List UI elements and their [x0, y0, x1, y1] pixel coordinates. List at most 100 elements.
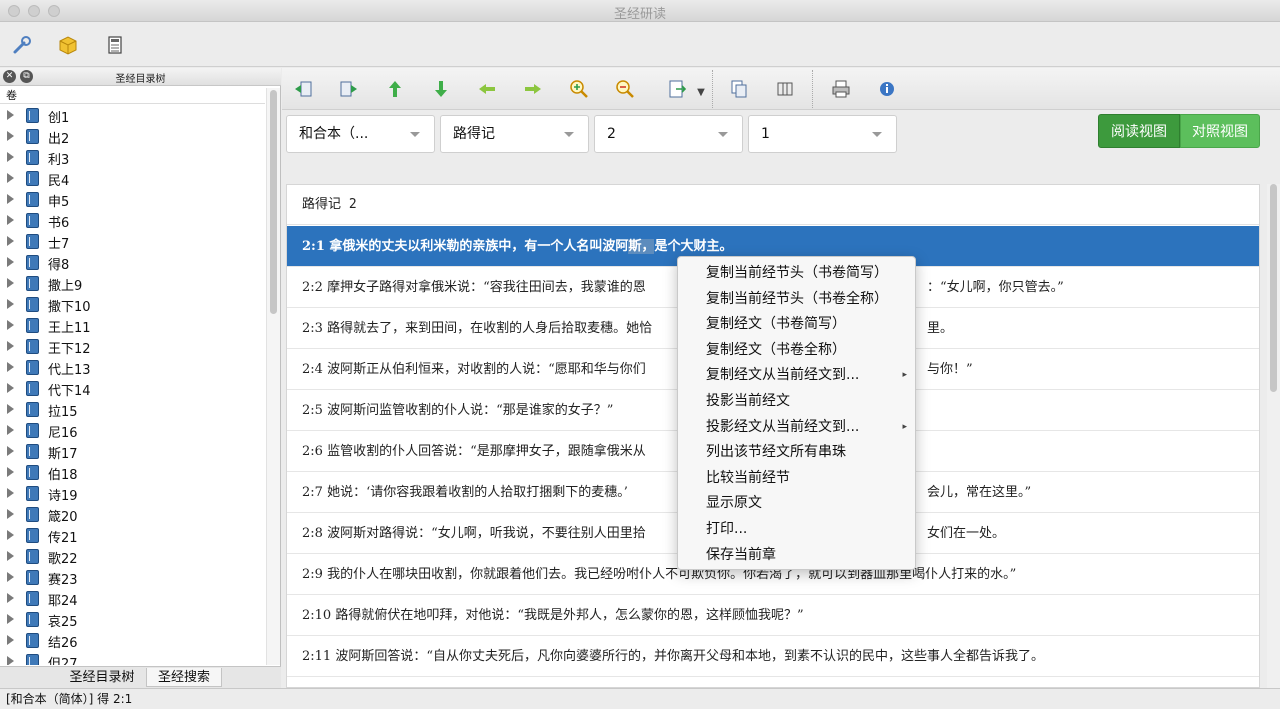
context-menu-item[interactable]: 显示原文 [678, 491, 915, 517]
tree-item[interactable]: 箴20 [0, 504, 265, 525]
context-menu-item[interactable]: 投影当前经文 [678, 389, 915, 415]
disclosure-triangle-icon[interactable] [7, 572, 14, 582]
arrow-down-icon[interactable] [430, 78, 452, 100]
verse-row[interactable]: 2:11 波阿斯回答说：“自从你丈夫死后，凡你向婆婆所行的，并你离开父母和本地，… [287, 636, 1259, 677]
disclosure-triangle-icon[interactable] [7, 488, 14, 498]
tree-item[interactable]: 王下12 [0, 336, 265, 357]
tree-item[interactable]: 得8 [0, 252, 265, 273]
disclosure-triangle-icon[interactable] [7, 215, 14, 225]
tree-item[interactable]: 民4 [0, 168, 265, 189]
package-icon[interactable] [57, 35, 79, 55]
disclosure-triangle-icon[interactable] [7, 551, 14, 561]
disclosure-triangle-icon[interactable] [7, 383, 14, 393]
tree-item[interactable]: 赛23 [0, 567, 265, 588]
wrench-icon[interactable] [11, 35, 33, 55]
disclosure-triangle-icon[interactable] [7, 152, 14, 162]
disclosure-triangle-icon[interactable] [7, 236, 14, 246]
tree-item[interactable]: 出2 [0, 126, 265, 147]
tree-item[interactable]: 结26 [0, 630, 265, 651]
disclosure-triangle-icon[interactable] [7, 509, 14, 519]
disclosure-triangle-icon[interactable] [7, 194, 14, 204]
tree-item[interactable]: 但27 [0, 651, 265, 665]
submenu-arrow-icon: ▸ [902, 370, 907, 381]
print-icon[interactable] [830, 78, 852, 100]
content-scrollbar[interactable] [1267, 184, 1280, 688]
disclosure-triangle-icon[interactable] [7, 362, 14, 372]
verse-row[interactable]: 2:10 路得就俯伏在地叩拜，对他说：“我既是外邦人，怎么蒙你的恩，这样顾恤我呢… [287, 595, 1259, 636]
compare-view-button[interactable]: 对照视图 [1180, 114, 1260, 148]
tree-item[interactable]: 撒上9 [0, 273, 265, 294]
next-book-icon[interactable] [338, 78, 360, 100]
disclosure-triangle-icon[interactable] [7, 110, 14, 120]
tree-item[interactable]: 尼16 [0, 420, 265, 441]
tree-item[interactable]: 代上13 [0, 357, 265, 378]
chapter-select[interactable]: 2 [594, 115, 743, 153]
tree-scrollbar-thumb[interactable] [270, 90, 277, 314]
arrow-up-icon[interactable] [384, 78, 406, 100]
context-menu-item[interactable]: 复制经文从当前经文到... ▸ [678, 363, 915, 389]
disclosure-triangle-icon[interactable] [7, 446, 14, 456]
export-icon[interactable] [666, 78, 688, 100]
tree-item[interactable]: 代下14 [0, 378, 265, 399]
tree-column-header[interactable]: 卷 [0, 87, 265, 104]
verse-select[interactable]: 1 [748, 115, 897, 153]
context-menu-item[interactable]: 复制经文（书卷全称） [678, 338, 915, 364]
tree-item[interactable]: 创1 [0, 105, 265, 126]
zoom-in-icon[interactable] [568, 78, 590, 100]
context-menu-item[interactable]: 保存当前章 [678, 543, 915, 569]
context-menu-item[interactable]: 复制经文（书卷简写） [678, 312, 915, 338]
export-dropdown-icon[interactable]: ▼ [690, 82, 712, 104]
disclosure-triangle-icon[interactable] [7, 425, 14, 435]
tree-item[interactable]: 哀25 [0, 609, 265, 630]
disclosure-triangle-icon[interactable] [7, 341, 14, 351]
version-select[interactable]: 和合本（... [286, 115, 435, 153]
arrow-left-icon[interactable] [476, 78, 498, 100]
tree-item[interactable]: 歌22 [0, 546, 265, 567]
disclosure-triangle-icon[interactable] [7, 299, 14, 309]
disclosure-triangle-icon[interactable] [7, 320, 14, 330]
context-menu-item[interactable]: 列出该节经文所有串珠 [678, 440, 915, 466]
context-menu-item[interactable]: 打印... [678, 517, 915, 543]
disclosure-triangle-icon[interactable] [7, 404, 14, 414]
tree-item[interactable]: 王上11 [0, 315, 265, 336]
calculator-icon[interactable] [104, 35, 126, 55]
context-menu-item[interactable]: 比较当前经节 [678, 466, 915, 492]
disclosure-triangle-icon[interactable] [7, 467, 14, 477]
columns-icon[interactable] [774, 78, 796, 100]
tree-item[interactable]: 撒下10 [0, 294, 265, 315]
context-menu-item[interactable]: 复制当前经节头（书卷简写） [678, 261, 915, 287]
disclosure-triangle-icon[interactable] [7, 131, 14, 141]
disclosure-triangle-icon[interactable] [7, 257, 14, 267]
disclosure-triangle-icon[interactable] [7, 593, 14, 603]
disclosure-triangle-icon[interactable] [7, 656, 14, 665]
tree-item[interactable]: 传21 [0, 525, 265, 546]
content-scrollbar-thumb[interactable] [1270, 184, 1277, 392]
disclosure-triangle-icon[interactable] [7, 278, 14, 288]
zoom-out-icon[interactable] [614, 78, 636, 100]
tab-bible-search[interactable]: 圣经搜索 [146, 668, 222, 687]
disclosure-triangle-icon[interactable] [7, 173, 14, 183]
previous-book-icon[interactable] [292, 78, 314, 100]
tree-item[interactable]: 斯17 [0, 441, 265, 462]
copy-icon[interactable] [728, 78, 750, 100]
info-icon[interactable] [876, 78, 898, 100]
tree-scrollbar[interactable] [266, 88, 280, 665]
arrow-right-icon[interactable] [522, 78, 544, 100]
book-select[interactable]: 路得记 [440, 115, 589, 153]
context-menu-item[interactable]: 投影经文从当前经文到... ▸ [678, 415, 915, 441]
disclosure-triangle-icon[interactable] [7, 635, 14, 645]
tree-item[interactable]: 耶24 [0, 588, 265, 609]
book-tree[interactable]: 创1 出2 利3 民4 申5 书6 士7 得8 撒上9 撒下10 王上11 王下12 代上13 代下14 拉… [0, 105, 265, 665]
tree-item[interactable]: 士7 [0, 231, 265, 252]
tree-item[interactable]: 伯18 [0, 462, 265, 483]
disclosure-triangle-icon[interactable] [7, 530, 14, 540]
context-menu-item[interactable]: 复制当前经节头（书卷全称） [678, 287, 915, 313]
disclosure-triangle-icon[interactable] [7, 614, 14, 624]
tree-item[interactable]: 拉15 [0, 399, 265, 420]
reading-view-button[interactable]: 阅读视图 [1098, 114, 1180, 148]
tree-item[interactable]: 书6 [0, 210, 265, 231]
tree-item[interactable]: 利3 [0, 147, 265, 168]
tree-item[interactable]: 诗19 [0, 483, 265, 504]
tab-bible-tree[interactable]: 圣经目录树 [58, 668, 146, 687]
tree-item[interactable]: 申5 [0, 189, 265, 210]
